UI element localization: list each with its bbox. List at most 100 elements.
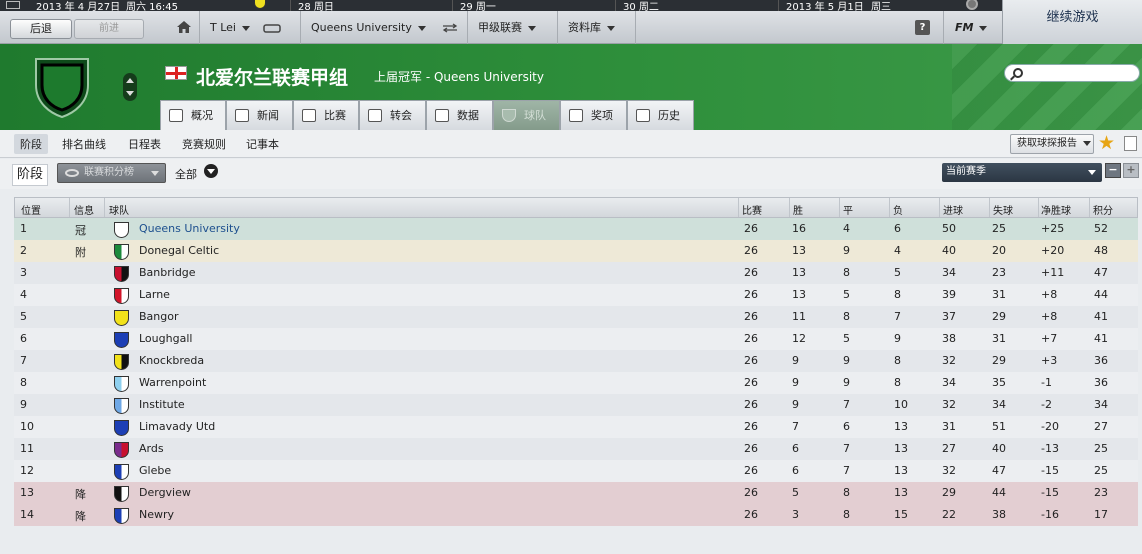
- cell-team[interactable]: Larne: [139, 288, 170, 301]
- cell-team[interactable]: Ards: [139, 442, 164, 455]
- cell-drawn: 4: [843, 222, 850, 235]
- page-title: 北爱尔兰联赛甲组: [196, 67, 349, 89]
- subnav-schedule[interactable]: 日程表: [128, 136, 161, 152]
- tab-transfers[interactable]: 转会: [359, 100, 426, 130]
- view-dropdown-label: 联赛积分榜: [84, 167, 134, 178]
- tab-news[interactable]: 新闻: [226, 100, 293, 130]
- col-info[interactable]: 信息: [74, 202, 94, 217]
- cell-team[interactable]: Limavady Utd: [139, 420, 215, 433]
- cell-goals-for: 31: [942, 420, 956, 433]
- chevron-down-circle-icon[interactable]: [204, 164, 218, 178]
- cell-won: 3: [792, 508, 799, 521]
- cell-team[interactable]: Glebe: [139, 464, 171, 477]
- cell-team[interactable]: Bangor: [139, 310, 179, 323]
- season-dropdown[interactable]: 当前赛季: [942, 163, 1102, 182]
- back-button[interactable]: 后退: [10, 19, 72, 39]
- database-menu[interactable]: 资料库: [557, 11, 615, 44]
- table-header: 位置 信息 球队 比赛 胜 平 负 进球 失球 净胜球 积分: [14, 197, 1138, 218]
- team-kit-icon: [114, 222, 129, 238]
- subnav-notebook[interactable]: 记事本: [246, 136, 279, 152]
- table-row[interactable]: 13 降 Dergview 26 5 8 13 29 44 -15 23: [14, 482, 1138, 504]
- col-won[interactable]: 胜: [793, 202, 803, 217]
- cell-points: 36: [1094, 376, 1108, 389]
- calendar-day-29[interactable]: 29 周一: [460, 0, 496, 11]
- calendar-day-28[interactable]: 28 周日: [298, 0, 334, 11]
- table-row[interactable]: 6 Loughgall 26 12 5 9 38 31 +7 41: [14, 328, 1138, 350]
- tab-stats[interactable]: 数据: [426, 100, 493, 130]
- cell-drawn: 9: [843, 354, 850, 367]
- manager-menu[interactable]: T Lei: [199, 11, 282, 44]
- subnav-ranking-curve[interactable]: 排名曲线: [62, 136, 106, 152]
- swap-icon[interactable]: [441, 23, 459, 33]
- table-row[interactable]: 9 Institute 26 9 7 10 32 34 -2 34: [14, 394, 1138, 416]
- cell-goals-against: 31: [992, 332, 1006, 345]
- col-drawn[interactable]: 平: [843, 202, 853, 217]
- scout-report-button[interactable]: 获取球探报告: [1010, 134, 1094, 154]
- fm-menu[interactable]: FM: [955, 11, 988, 44]
- team-kit-icon: [114, 508, 129, 524]
- table-row[interactable]: 14 降 Newry 26 3 8 15 22 38 -16 17: [14, 504, 1138, 526]
- cell-lost: 10: [894, 398, 908, 411]
- table-row[interactable]: 4 Larne 26 13 5 8 39 31 +8 44: [14, 284, 1138, 306]
- forward-button[interactable]: 前进: [74, 19, 144, 39]
- table-row[interactable]: 1 冠 Queens University 26 16 4 6 50 25 +25 52: [14, 218, 1138, 240]
- col-goals-against[interactable]: 失球: [993, 202, 1013, 217]
- cell-team[interactable]: Knockbreda: [139, 354, 204, 367]
- season-dropdown-label: 当前赛季: [946, 166, 986, 177]
- table-row[interactable]: 11 Ards 26 6 7 13 27 40 -13 25: [14, 438, 1138, 460]
- calendar-icon[interactable]: [6, 1, 20, 9]
- tab-overview[interactable]: 概况: [160, 100, 226, 130]
- col-played[interactable]: 比赛: [742, 202, 762, 217]
- table-row[interactable]: 10 Limavady Utd 26 7 6 13 31 51 -20 27: [14, 416, 1138, 438]
- col-position[interactable]: 位置: [21, 202, 41, 217]
- home-icon[interactable]: [176, 20, 192, 34]
- cell-lost: 13: [894, 464, 908, 477]
- view-dropdown[interactable]: 联赛积分榜: [57, 163, 166, 183]
- calendar-slider[interactable]: [944, 0, 1002, 11]
- cell-team[interactable]: Loughgall: [139, 332, 192, 345]
- collapse-button[interactable]: −: [1105, 163, 1121, 178]
- expand-button[interactable]: +: [1123, 163, 1139, 178]
- tab-history[interactable]: 历史: [627, 100, 694, 130]
- col-points[interactable]: 积分: [1093, 202, 1113, 217]
- cell-team[interactable]: Institute: [139, 398, 185, 411]
- table-row[interactable]: 5 Bangor 26 11 8 7 37 29 +8 41: [14, 306, 1138, 328]
- cell-team[interactable]: Queens University: [139, 222, 240, 235]
- list-icon: [169, 109, 183, 122]
- col-team[interactable]: 球队: [109, 202, 129, 217]
- star-icon[interactable]: ★: [1098, 133, 1115, 153]
- search-input[interactable]: [1004, 64, 1140, 82]
- calendar-date-next[interactable]: 2013 年 5 月1日: [786, 0, 864, 11]
- continue-button[interactable]: 继续游戏: [1002, 0, 1142, 44]
- subnav-rules[interactable]: 竞赛规则: [182, 136, 226, 152]
- league-switch-icon[interactable]: [123, 73, 137, 101]
- cell-goals-against: 29: [992, 354, 1006, 367]
- help-icon[interactable]: ?: [915, 20, 930, 35]
- league-menu[interactable]: 甲级联赛: [467, 11, 536, 44]
- col-goal-diff[interactable]: 净胜球: [1041, 202, 1071, 217]
- cell-goals-for: 32: [942, 354, 956, 367]
- col-goals-for[interactable]: 进球: [943, 202, 963, 217]
- table-row[interactable]: 7 Knockbreda 26 9 9 8 32 29 +3 36: [14, 350, 1138, 372]
- tab-teams[interactable]: 球队: [493, 100, 560, 130]
- cell-team[interactable]: Newry: [139, 508, 174, 521]
- table-row[interactable]: 12 Glebe 26 6 7 13 32 47 -15 25: [14, 460, 1138, 482]
- tab-awards[interactable]: 奖项: [560, 100, 627, 130]
- cell-lost: 15: [894, 508, 908, 521]
- cell-lost: 4: [894, 244, 901, 257]
- subnav-stage[interactable]: 阶段: [14, 134, 48, 154]
- table-row[interactable]: 3 Banbridge 26 13 8 5 34 23 +11 47: [14, 262, 1138, 284]
- cell-team[interactable]: Warrenpoint: [139, 376, 206, 389]
- club-menu[interactable]: Queens University: [300, 11, 459, 44]
- add-page-icon[interactable]: [1124, 136, 1137, 151]
- cell-team[interactable]: Banbridge: [139, 266, 196, 279]
- table-row[interactable]: 2 附 Donegal Celtic 26 13 9 4 40 20 +20 48: [14, 240, 1138, 262]
- inbox-icon[interactable]: [263, 23, 282, 33]
- cell-lost: 8: [894, 354, 901, 367]
- cell-team[interactable]: Dergview: [139, 486, 191, 499]
- calendar-day-30[interactable]: 30 周二: [623, 0, 659, 11]
- cell-team[interactable]: Donegal Celtic: [139, 244, 219, 257]
- tab-matches[interactable]: 比赛: [293, 100, 359, 130]
- table-row[interactable]: 8 Warrenpoint 26 9 9 8 34 35 -1 36: [14, 372, 1138, 394]
- col-lost[interactable]: 负: [893, 202, 903, 217]
